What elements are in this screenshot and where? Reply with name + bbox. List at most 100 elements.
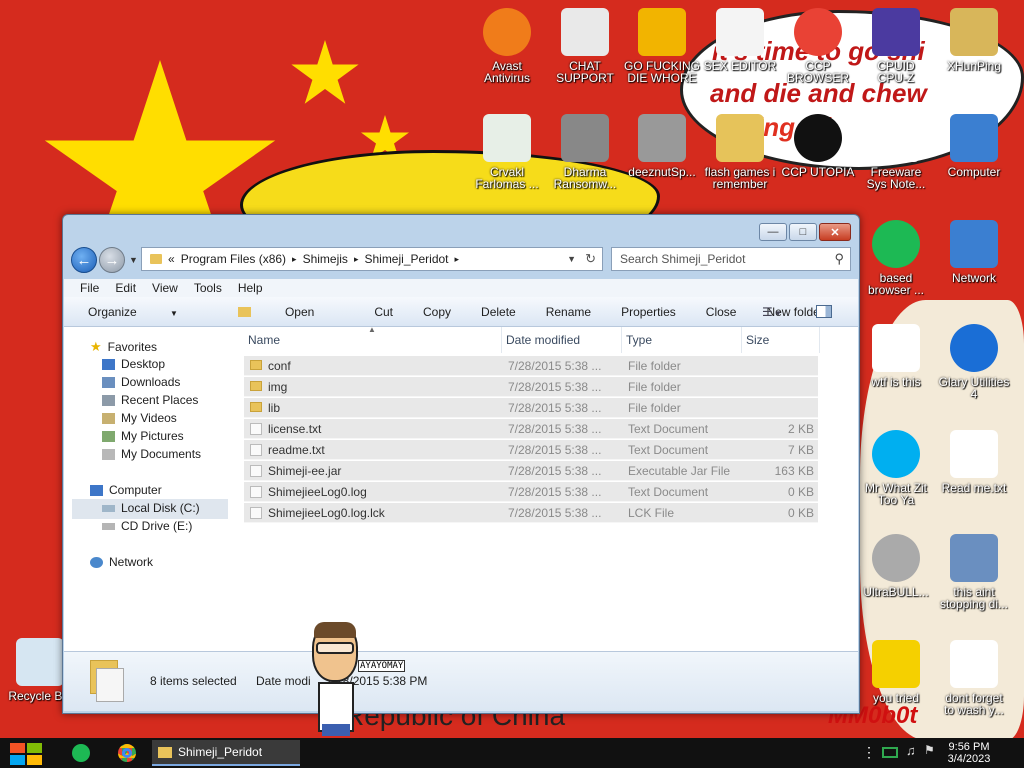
desktop-icon-label: SEX EDITOR	[703, 59, 777, 73]
nav-favorites[interactable]: ★ Favorites	[90, 339, 157, 355]
desktop-icon-folder[interactable]: flash games i remember	[700, 114, 780, 190]
stacked-windows-icon	[638, 114, 686, 162]
start-button[interactable]	[10, 743, 42, 765]
properties-button[interactable]: Properties	[621, 305, 676, 319]
desktop-icon-text-file[interactable]: Read me.txt	[934, 430, 1014, 494]
search-input[interactable]: Search Shimeji_Peridot	[620, 252, 745, 266]
cell-name: conf	[268, 358, 291, 373]
nav-recent-places[interactable]: Recent Places	[102, 393, 198, 407]
clock[interactable]: 9:56 PM 3/4/2023	[936, 741, 1002, 765]
menu-tools[interactable]: Tools	[194, 281, 222, 295]
desktop-icon-de[interactable]: GO FUCKING DIE WHORE	[622, 8, 702, 84]
file-icon	[250, 465, 262, 477]
table-row[interactable]: lib 7/28/2015 5:38 ... File folder	[244, 398, 818, 418]
desktop-icon-label: Read me.txt	[941, 481, 1007, 495]
table-row[interactable]: readme.txt 7/28/2015 5:38 ... Text Documen…	[244, 440, 818, 460]
nav-downloads[interactable]: Downloads	[102, 375, 180, 389]
chrome-taskbar-icon[interactable]	[118, 744, 136, 762]
desktop-icon-doc-grid[interactable]: dont forget to wash y...	[934, 640, 1014, 716]
nav-my-videos[interactable]: My Videos	[102, 411, 177, 425]
table-row[interactable]: ShimejieeLog0.log.lck 7/28/2015 5:38 ... L…	[244, 503, 818, 523]
desktop-icon-installer[interactable]: this aint stopping di...	[934, 534, 1014, 610]
overflow-icon[interactable]: ⋮	[862, 744, 876, 761]
table-row[interactable]: conf 7/28/2015 5:38 ... File folder	[244, 356, 818, 376]
desktop-icon-chrome[interactable]: CCP BROWSER	[778, 8, 858, 84]
flag-tray-icon[interactable]: ⚑	[924, 743, 935, 757]
column-header-date[interactable]: Date modified	[502, 327, 622, 353]
table-row[interactable]: license.txt 7/28/2015 5:38 ... Text Docume…	[244, 419, 818, 439]
menu-edit[interactable]: Edit	[115, 281, 136, 295]
desktop-icon-avast[interactable]: Avast Antivirus	[467, 8, 547, 84]
breadcrumb-prefix[interactable]: «	[168, 252, 175, 266]
nav-local-disk[interactable]: Local Disk (C:)	[102, 501, 200, 515]
breadcrumb-shimejis[interactable]: Shimejis	[303, 252, 348, 266]
desktop-icon-dark-circle[interactable]: CCP UTOPIA	[778, 114, 858, 178]
search-box[interactable]: Search Shimeji_Peridot ⚲	[611, 247, 851, 271]
preview-pane-icon[interactable]	[816, 305, 832, 318]
forward-arrow-icon[interactable]: →	[99, 247, 125, 273]
desktop-icon-computer[interactable]: Computer	[934, 114, 1014, 178]
desktop-icon-doctor[interactable]: CHAT SUPPORT	[545, 8, 625, 84]
volume-tray-icon[interactable]: ♫	[906, 743, 916, 758]
desktop-icon-star[interactable]: you tried	[856, 640, 936, 704]
desktop-icon-network[interactable]: Network	[934, 220, 1014, 284]
desktop-icon-blank-doc[interactable]: Freeware Sys Note...	[856, 114, 936, 190]
organize-label: Organize	[88, 304, 137, 319]
nav-network[interactable]: Network	[90, 555, 153, 569]
desktop-icon-disc[interactable]: UltraBULL...	[856, 534, 936, 598]
copy-button[interactable]: Copy	[423, 305, 451, 319]
recent-pages-dropdown-icon[interactable]: ▼	[129, 255, 138, 265]
view-options-icon[interactable]: ☰ ▼	[762, 305, 811, 319]
taskbar-task-shimeji-peridot[interactable]: Shimeji_Peridot	[152, 740, 300, 766]
cut-button[interactable]: Cut	[374, 305, 393, 319]
explorer-window[interactable]: — □ ✕ ← → ▼ « Program Files (x86) ▸ Shim…	[62, 214, 860, 714]
breadcrumb-program-files[interactable]: Program Files (x86)	[181, 252, 286, 266]
minimize-button[interactable]: —	[759, 223, 787, 241]
desktop-icon-window-app[interactable]: Crvakl Farlomas ...	[467, 114, 547, 190]
desktop-icon-label: UltraBULL...	[863, 585, 929, 599]
column-header-type[interactable]: Type	[622, 327, 742, 353]
desktop-icon-glary[interactable]: Glary Utilities 4	[934, 324, 1014, 400]
network-tray-icon[interactable]	[882, 747, 898, 758]
organize-button[interactable]: Organize ▼	[88, 305, 208, 319]
nav-cd-drive[interactable]: CD Drive (E:)	[102, 519, 192, 533]
nav-desktop[interactable]: Desktop	[102, 357, 165, 371]
desktop-icon-skype[interactable]: Mr What Zit Too Ya	[856, 430, 936, 506]
desktop-icon-user-folder[interactable]: XHunPing	[934, 8, 1014, 72]
cpuz-icon	[872, 8, 920, 56]
menu-view[interactable]: View	[152, 281, 178, 295]
open-button[interactable]: Open	[237, 305, 344, 319]
close-command-button[interactable]: Close	[706, 305, 737, 319]
refresh-icon[interactable]: ↻	[585, 251, 596, 267]
desktop-icon-cpuz[interactable]: CPUID CPU-Z	[856, 8, 936, 84]
desktop-icon-green-chat[interactable]: based browser ...	[856, 220, 936, 296]
nav-my-documents[interactable]: My Documents	[102, 447, 201, 461]
desktop-icon-stacked-windows[interactable]: deeznutSp...	[622, 114, 702, 178]
skull-icon	[561, 114, 609, 162]
column-header-name[interactable]: Name ▲	[244, 325, 502, 353]
table-row[interactable]: ShimejieeLog0.log 7/28/2015 5:38 ... Text …	[244, 482, 818, 502]
table-row[interactable]: Shimeji-ee.jar 7/28/2015 5:38 ... Executab…	[244, 461, 818, 481]
desktop-icon-doc-grid[interactable]: wtf is this	[856, 324, 936, 388]
desktop-icon-skull[interactable]: Dharma Ransomw...	[545, 114, 625, 190]
menu-help[interactable]: Help	[238, 281, 263, 295]
desktop-icon-hxd[interactable]: SEX EDITOR	[700, 8, 780, 72]
column-header-size[interactable]: Size	[742, 327, 820, 353]
address-dropdown-icon[interactable]: ▼	[567, 254, 576, 264]
nav-desktop-label: Desktop	[121, 357, 166, 371]
close-button[interactable]: ✕	[819, 223, 851, 241]
delete-button[interactable]: Delete	[481, 305, 516, 319]
spotify-taskbar-icon[interactable]	[72, 744, 90, 762]
menu-file[interactable]: File	[80, 281, 99, 295]
address-bar[interactable]: « Program Files (x86) ▸ Shimejis ▸ Shime…	[141, 247, 603, 271]
breadcrumb-shimeji-peridot[interactable]: Shimeji_Peridot	[364, 252, 448, 266]
sort-arrow-icon: ▲	[368, 325, 376, 334]
maximize-button[interactable]: □	[789, 223, 817, 241]
rename-button[interactable]: Rename	[546, 305, 591, 319]
nav-my-pictures[interactable]: My Pictures	[102, 429, 184, 443]
back-arrow-icon[interactable]: ←	[71, 247, 97, 273]
search-icon[interactable]: ⚲	[834, 251, 844, 267]
character-sticker[interactable]: AYAYOMAY	[308, 620, 406, 738]
table-row[interactable]: img 7/28/2015 5:38 ... File folder	[244, 377, 818, 397]
nav-computer[interactable]: Computer	[90, 483, 162, 497]
